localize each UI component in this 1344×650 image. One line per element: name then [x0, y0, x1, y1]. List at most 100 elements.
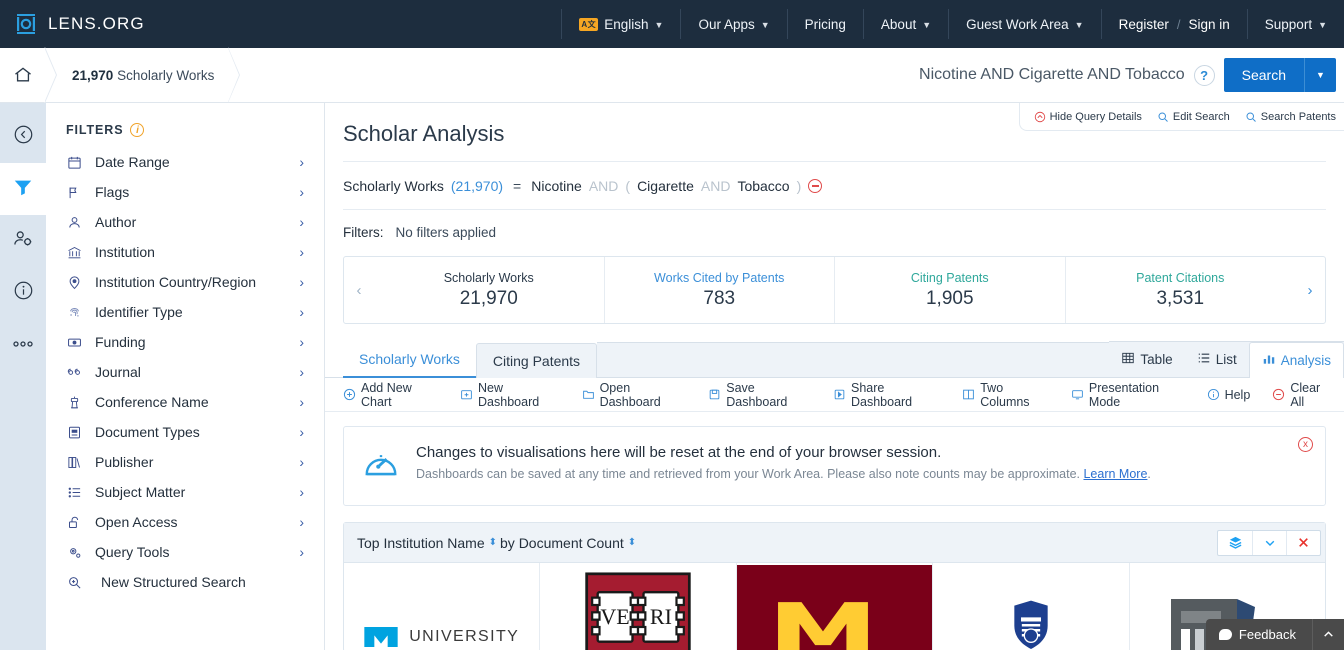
- nav-pricing[interactable]: Pricing: [786, 9, 863, 39]
- rail-more-button[interactable]: [0, 319, 46, 371]
- sidebar-item-open-access[interactable]: Open Access ›: [46, 507, 324, 537]
- share-dashboard-button[interactable]: Share Dashboard: [822, 381, 951, 409]
- stats-wrapper: ‹ Scholarly Works 21,970 Works Cited by …: [325, 256, 1344, 324]
- breadcrumb-divider-inner: [44, 47, 56, 103]
- search-input[interactable]: Nicotine AND Cigarette AND Tobacco: [919, 66, 1185, 84]
- add-new-chart-button[interactable]: Add New Chart: [343, 381, 449, 409]
- help-button[interactable]: Help: [1196, 388, 1262, 402]
- stats-next-button[interactable]: ›: [1295, 257, 1325, 323]
- breadcrumb-bar: 21,970 Scholarly Works Nicotine AND Ciga…: [0, 47, 1344, 103]
- stat-patent-citations[interactable]: Patent Citations 3,531: [1064, 257, 1296, 323]
- breadcrumb-scholarly-works[interactable]: 21,970 Scholarly Works: [56, 68, 228, 83]
- search-button[interactable]: Search: [1223, 58, 1304, 92]
- scroll-to-top-button[interactable]: [1312, 619, 1344, 650]
- nav-guest-work-area[interactable]: Guest Work Area ▼: [948, 9, 1100, 39]
- chart-panel-actions: [1217, 529, 1321, 556]
- sidebar-item-identifier-type[interactable]: Identifier Type ›: [46, 297, 324, 327]
- stat-citing-patents[interactable]: Citing Patents 1,905: [834, 257, 1065, 323]
- search-icon: [1157, 111, 1169, 123]
- columns-icon: [962, 388, 975, 401]
- sidebar-item-document-types[interactable]: Document Types ›: [46, 417, 324, 447]
- save-dashboard-button[interactable]: Save Dashboard: [697, 381, 822, 409]
- chevron-down-icon: ▼: [1318, 20, 1327, 30]
- ellipsis-icon: [11, 336, 35, 354]
- rail-profile-settings-button[interactable]: [0, 215, 46, 267]
- quote-icon: [66, 365, 83, 380]
- sidebar-item-label: Date Range: [95, 154, 170, 170]
- sidebar-item-institution[interactable]: Institution ›: [46, 237, 324, 267]
- tab-scholarly-works[interactable]: Scholarly Works: [343, 342, 476, 378]
- institution-logo-cell[interactable]: [735, 563, 933, 650]
- close-icon[interactable]: [1286, 530, 1320, 555]
- rail-filters-button[interactable]: [0, 163, 46, 215]
- chevron-right-icon: ›: [299, 304, 304, 320]
- hide-query-details-link[interactable]: Hide Query Details: [1034, 111, 1142, 123]
- sidebar-item-funding[interactable]: Funding ›: [46, 327, 324, 357]
- toolbar-label: Two Columns: [980, 380, 1030, 409]
- sidebar-item-date-range[interactable]: Date Range ›: [46, 147, 324, 177]
- sidebar-item-label: New Structured Search: [101, 574, 246, 590]
- institution-logo-cell[interactable]: [932, 563, 1128, 650]
- nav-our-apps[interactable]: Our Apps ▼: [680, 9, 786, 39]
- view-tab-analysis[interactable]: Analysis: [1248, 342, 1344, 378]
- tab-citing-patents[interactable]: Citing Patents: [475, 343, 598, 378]
- sidebar-item-subject-matter[interactable]: Subject Matter ›: [46, 477, 324, 507]
- breadcrumb-tail-inner: [228, 48, 240, 102]
- institution-logo-cell[interactable]: UNIVERSITY: [344, 563, 539, 650]
- two-columns-button[interactable]: Two Columns: [951, 381, 1060, 409]
- layers-icon[interactable]: [1218, 531, 1252, 555]
- nav-support[interactable]: Support ▼: [1246, 9, 1344, 39]
- learn-more-link[interactable]: Learn More: [1083, 467, 1147, 481]
- query-term-2: Cigarette: [637, 178, 694, 194]
- clear-all-button[interactable]: Clear All: [1261, 381, 1332, 409]
- view-tab-table[interactable]: Table: [1109, 342, 1184, 377]
- stat-works-cited-by-patents[interactable]: Works Cited by Patents 783: [603, 257, 835, 323]
- search-patents-link[interactable]: Search Patents: [1245, 111, 1336, 123]
- chevron-down-icon[interactable]: [1252, 530, 1286, 555]
- view-tab-list[interactable]: List: [1185, 342, 1249, 377]
- signin-link[interactable]: Sign in: [1189, 17, 1230, 32]
- nav-about-label: About: [880, 16, 917, 32]
- search-dropdown-toggle[interactable]: ▼: [1304, 58, 1336, 92]
- close-icon[interactable]: x: [1298, 437, 1313, 452]
- list-icon: [1197, 351, 1211, 368]
- remove-query-icon[interactable]: [808, 179, 823, 193]
- institution-logo-cell[interactable]: VE RI: [539, 563, 735, 650]
- new-dashboard-button[interactable]: New Dashboard: [449, 381, 571, 409]
- sort-dimension-icon[interactable]: ⬍: [489, 537, 497, 548]
- chart-title-measure[interactable]: by Document Count: [500, 535, 624, 551]
- sort-measure-icon[interactable]: ⬍: [628, 537, 636, 548]
- presentation-mode-button[interactable]: Presentation Mode: [1060, 381, 1196, 409]
- sidebar-item-institution-country-region[interactable]: Institution Country/Region ›: [46, 267, 324, 297]
- open-dashboard-button[interactable]: Open Dashboard: [571, 381, 698, 409]
- monitor-icon: [1071, 388, 1084, 401]
- sidebar-item-author[interactable]: Author ›: [46, 207, 324, 237]
- svg-text:VE: VE: [601, 604, 630, 629]
- rail-info-button[interactable]: [0, 267, 46, 319]
- sidebar-item-conference-name[interactable]: Conference Name ›: [46, 387, 324, 417]
- sidebar-item-new-structured-search[interactable]: New Structured Search: [46, 567, 324, 597]
- chart-panel-title: Top Institution Name ⬍ by Document Count…: [357, 535, 636, 551]
- brand-logo[interactable]: LENS.ORG: [0, 12, 145, 36]
- rail-collapse-button[interactable]: [0, 111, 46, 163]
- feedback-button[interactable]: Feedback: [1205, 619, 1312, 650]
- sidebar-item-flags[interactable]: Flags ›: [46, 177, 324, 207]
- sidebar-item-journal[interactable]: Journal ›: [46, 357, 324, 387]
- chart-title-dimension[interactable]: Top Institution Name: [357, 535, 485, 551]
- language-selector[interactable]: A文 English ▼: [561, 9, 680, 39]
- home-icon[interactable]: [0, 48, 46, 103]
- sidebar-item-publisher[interactable]: Publisher ›: [46, 447, 324, 477]
- list-icon: [66, 485, 83, 500]
- stat-label: Works Cited by Patents: [654, 270, 785, 285]
- filters-info-icon[interactable]: i: [130, 123, 145, 137]
- sidebar-item-query-tools[interactable]: Query Tools ›: [46, 537, 324, 567]
- chevron-right-icon: ›: [299, 364, 304, 380]
- edit-search-link[interactable]: Edit Search: [1157, 111, 1230, 123]
- stats-prev-button[interactable]: ‹: [344, 257, 374, 323]
- query-paren-open: (: [625, 178, 631, 194]
- nav-about[interactable]: About ▼: [862, 9, 948, 39]
- search-help-icon[interactable]: ?: [1193, 64, 1215, 86]
- register-link[interactable]: Register: [1119, 17, 1169, 32]
- stat-value: 783: [703, 287, 736, 309]
- stat-scholarly-works[interactable]: Scholarly Works 21,970: [374, 257, 604, 323]
